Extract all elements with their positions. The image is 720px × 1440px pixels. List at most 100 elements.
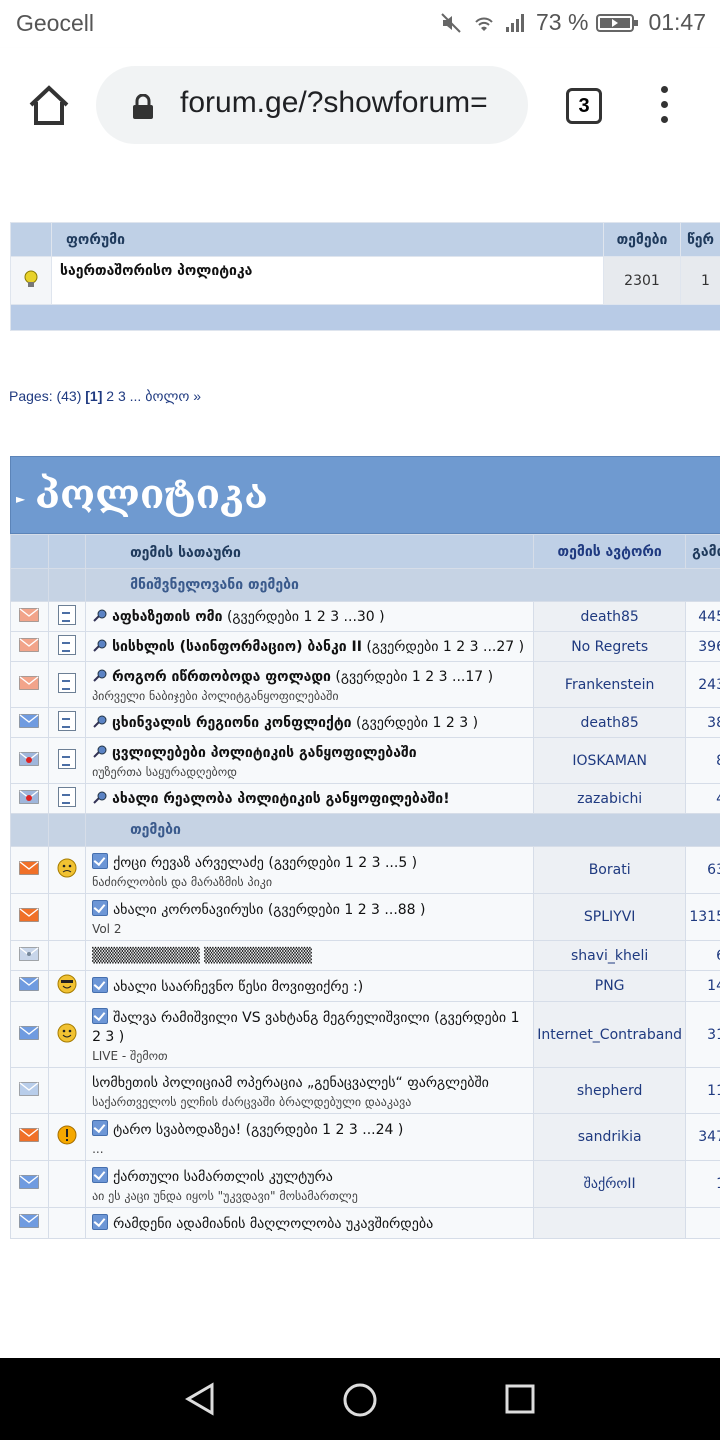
table-row[interactable]: ცვლილებები პოლიტიკის განყოფილებაში იუზერთ… <box>10 737 720 784</box>
table-row[interactable]: ახალი კორონავირუსი (გვერდები 1 2 3 ...88… <box>10 893 720 941</box>
topic-description: LIVE - შემოთ <box>92 1049 168 1063</box>
back-icon[interactable] <box>184 1382 216 1416</box>
table-row[interactable]: ცხინვალის რეგიონი კონფლიქტი (გვერდები 1 … <box>10 707 720 738</box>
topic-title-link[interactable]: სისხლის (საინფორმაციო) ბანკი II <box>112 639 362 655</box>
topic-pages-links[interactable]: (გვერდები 1 2 3 ...5 ) <box>268 855 417 871</box>
topic-author-link[interactable]: No Regrets <box>533 631 687 662</box>
wifi-icon <box>475 17 493 31</box>
table-row[interactable]: ახალი რეალობა პოლიტიკის განყოფილებაში! za… <box>10 783 720 814</box>
topic-author-link[interactable]: PNG <box>533 970 687 1002</box>
topic-pages-links[interactable]: (გვერდები 1 2 3 ...27 ) <box>366 639 524 655</box>
pin-icon <box>92 609 112 625</box>
topic-author-link[interactable]: IOSKAMAN <box>533 737 687 784</box>
topic-status-envelope-icon <box>19 946 40 965</box>
forum-reply-count: 1 <box>680 256 720 305</box>
home-icon[interactable] <box>26 83 72 127</box>
topic-reply-count: 1315 <box>685 893 720 941</box>
home-nav-icon[interactable] <box>342 1382 378 1418</box>
topic-author-link[interactable]: shavi_kheli <box>533 940 687 971</box>
table-row[interactable]: ტარო სვაბოდაზეა! (გვერდები 1 2 3 ...24 )… <box>10 1113 720 1161</box>
table-row[interactable]: შალვა რამიშვილი VS ვახტანგ მეგრელიშვილი … <box>10 1001 720 1068</box>
topic-reply-count: 31 <box>685 1001 720 1068</box>
checkbox-icon <box>92 900 109 916</box>
topic-title-link[interactable]: რამდენი ადამიანის მაღლოლობა უკავშირდება <box>113 1216 433 1232</box>
topic-title-link[interactable]: შალვა რამიშვილი VS ვახტანგ მეგრელიშვილი <box>113 1010 430 1026</box>
topic-title-link[interactable]: ახალი კორონავირუსი <box>113 902 263 918</box>
topic-pages-links[interactable]: (გვერდები 1 2 3 ...17 ) <box>335 669 493 685</box>
collapse-arrow-icon[interactable]: ► <box>16 492 25 506</box>
topic-author-link[interactable]: Borati <box>533 846 687 894</box>
topic-emoticon-icon <box>57 1023 77 1047</box>
page-link-2[interactable]: 2 <box>106 388 114 404</box>
topic-reply-count: 1 <box>685 1160 720 1208</box>
topic-title-link[interactable]: ახალი საარჩევნო წესი მოვიფიქრე :) <box>113 979 363 995</box>
column-topic-author: თემის ავტორი <box>533 534 687 569</box>
pinned-section: მნიშვნელოვანი თემები <box>10 568 720 602</box>
topic-reply-count: 63 <box>685 846 720 894</box>
last-page-link[interactable]: ... ბოლო » <box>130 388 201 404</box>
topic-author-link[interactable]: Frankenstein <box>533 661 687 708</box>
forum-topic-count: 2301 <box>603 256 681 305</box>
table-row[interactable]: ქოცი რევაზ არველაძე (გვერდები 1 2 3 ...5… <box>10 846 720 894</box>
column-topics: თემები <box>603 222 681 257</box>
topic-title-link[interactable]: ტარო სვაბოდაზეა! <box>113 1122 241 1138</box>
table-row[interactable]: აფხაზეთის ომი (გვერდები 1 2 3 ...30 ) dea… <box>10 601 720 632</box>
topic-author-link[interactable]: shepherd <box>533 1067 687 1114</box>
address-bar[interactable]: forum.ge/?showforum= <box>96 66 528 144</box>
topic-title-link[interactable]: ცხინვალის რეგიონი კონფლიქტი <box>112 715 351 731</box>
pages-count: Pages: (43) <box>9 388 82 404</box>
topic-emoticon-icon <box>57 974 77 998</box>
table-row[interactable]: ქართული სამართლის კულტურა აი ეს კაცი უნდა… <box>10 1160 720 1208</box>
topic-title-link[interactable]: როგორ იწრთობოდა ფოლადი <box>112 669 331 685</box>
pinned-doc-icon <box>57 786 76 807</box>
topic-pages-links[interactable]: (გვერდები 1 2 3 ...24 ) <box>246 1122 404 1138</box>
topic-pages-links[interactable]: (გვერდები 1 2 3 ) <box>356 715 478 731</box>
column-topic-title: თემის სათაური <box>85 534 535 569</box>
topic-title-link[interactable]: ▒▒▒▒▒▒▒▒▒▒ ▒▒▒▒▒▒▒▒▒▒ <box>92 948 312 964</box>
topic-reply-count <box>685 1207 720 1239</box>
topic-author-link[interactable]: death85 <box>533 601 687 632</box>
topic-reply-count: 243 <box>685 661 720 708</box>
tab-switcher-button[interactable]: 3 <box>566 88 602 124</box>
topic-pages-links[interactable]: (გვერდები 1 2 3 ...88 ) <box>268 902 426 918</box>
topic-author-link[interactable]: შაქროII <box>533 1160 687 1208</box>
table-row[interactable]: ახალი საარჩევნო წესი მოვიფიქრე :) PNG14 <box>10 970 720 1002</box>
recents-icon[interactable] <box>504 1383 536 1415</box>
table-row[interactable]: რამდენი ადამიანის მაღლოლობა უკავშირდება <box>10 1207 720 1239</box>
checkbox-icon <box>92 1167 109 1183</box>
topic-title-link[interactable]: ახალი რეალობა პოლიტიკის განყოფილებაში! <box>112 791 450 807</box>
topic-author-link[interactable]: SPLIYVI <box>533 893 687 941</box>
topic-reply-count: 445 <box>685 601 720 632</box>
pin-icon <box>92 715 112 731</box>
topic-author-link[interactable]: zazabichi <box>533 783 687 814</box>
table-row[interactable]: ▒▒▒▒▒▒▒▒▒▒ ▒▒▒▒▒▒▒▒▒▒ shavi_kheli6 <box>10 940 720 971</box>
mute-icon <box>441 12 461 33</box>
topic-status-envelope-icon <box>19 1214 40 1232</box>
forum-row[interactable]: საერთაშორისო პოლიტიკა 2301 1 <box>10 256 720 305</box>
topic-reply-count: 6 <box>685 940 720 971</box>
topic-title-link[interactable]: აფხაზეთის ომი <box>112 609 222 625</box>
table-row[interactable]: სომხეთის პოლიციამ ოპერაცია „გენაცვალეს“ … <box>10 1067 720 1114</box>
topic-title-link[interactable]: ქოცი რევაზ არველაძე <box>113 855 264 871</box>
page-link-3[interactable]: 3 <box>118 388 126 404</box>
topic-status-envelope-icon <box>19 675 40 694</box>
topic-title-link[interactable]: ცვლილებები პოლიტიკის განყოფილებაში <box>112 745 417 761</box>
topic-title-link[interactable]: სომხეთის პოლიციამ ოპერაცია „გენაცვალეს“ … <box>92 1075 489 1091</box>
topic-author-link[interactable]: death85 <box>533 707 687 738</box>
topic-status-envelope-icon <box>19 607 40 626</box>
signal-icon <box>506 13 524 32</box>
topic-description: ... <box>92 1142 104 1156</box>
current-page: [1] <box>85 388 103 404</box>
pinned-doc-icon <box>57 748 76 769</box>
topic-author-link[interactable] <box>533 1207 687 1239</box>
topic-author-link[interactable]: sandrikia <box>533 1113 687 1161</box>
topic-pages-links[interactable]: (გვერდები 1 2 3 ...30 ) <box>227 609 385 625</box>
overflow-menu-icon[interactable] <box>657 86 671 126</box>
forum-table: ფორუმი თემები წერ საერთაშორისო პოლიტიკა … <box>10 222 720 331</box>
topic-author-link[interactable]: Internet_Contraband <box>533 1001 687 1068</box>
table-row[interactable]: როგორ იწრთობოდა ფოლადი (გვერდები 1 2 3 .… <box>10 661 720 708</box>
pinned-doc-icon <box>57 634 76 655</box>
topic-title-link[interactable]: ქართული სამართლის კულტურა <box>113 1169 333 1185</box>
table-row[interactable]: სისხლის (საინფორმაციო) ბანკი II (გვერდებ… <box>10 631 720 662</box>
forum-name-link[interactable]: საერთაშორისო პოლიტიკა <box>51 256 604 305</box>
